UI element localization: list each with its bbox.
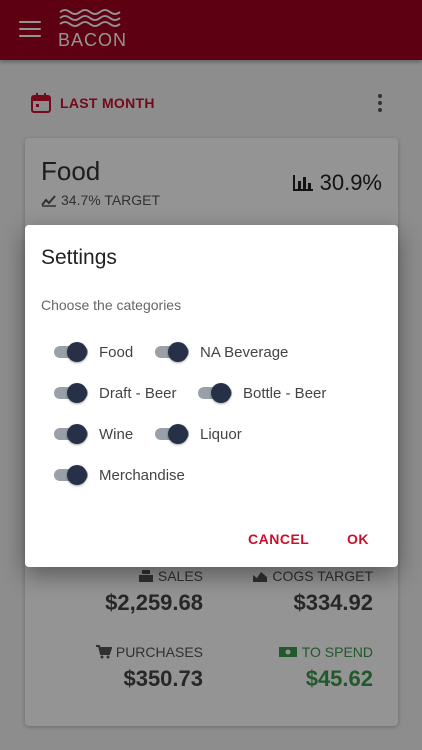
toggle-switch[interactable]	[154, 424, 190, 444]
option-bottle-beer[interactable]: Bottle - Beer	[197, 383, 326, 403]
option-label: Food	[99, 343, 134, 361]
dialog-title: Settings	[41, 246, 117, 269]
toggle-switch[interactable]	[53, 424, 89, 444]
cancel-button[interactable]: CANCEL	[248, 531, 309, 547]
option-label: Wine	[99, 425, 134, 443]
option-wine[interactable]: Wine	[53, 424, 133, 444]
option-label: Liquor	[200, 425, 242, 443]
dialog-subtitle: Choose the categories	[41, 297, 182, 313]
option-label: NA Beverage	[200, 343, 289, 361]
option-na-beverage[interactable]: NA Beverage	[154, 342, 288, 362]
option-label: Draft - Beer	[99, 384, 177, 402]
option-liquor[interactable]: Liquor	[154, 424, 242, 444]
toggle-switch[interactable]	[53, 383, 89, 403]
settings-dialog: Settings Choose the categories Food NA B…	[25, 225, 398, 567]
toggle-switch[interactable]	[53, 342, 89, 362]
option-food[interactable]: Food	[53, 342, 133, 362]
toggle-switch[interactable]	[53, 465, 89, 485]
option-merchandise[interactable]: Merchandise	[53, 465, 185, 485]
option-label: Merchandise	[99, 466, 185, 484]
ok-button[interactable]: OK	[347, 531, 369, 547]
toggle-switch[interactable]	[154, 342, 190, 362]
option-draft-beer[interactable]: Draft - Beer	[53, 383, 177, 403]
toggle-switch[interactable]	[197, 383, 233, 403]
option-label: Bottle - Beer	[243, 384, 327, 402]
